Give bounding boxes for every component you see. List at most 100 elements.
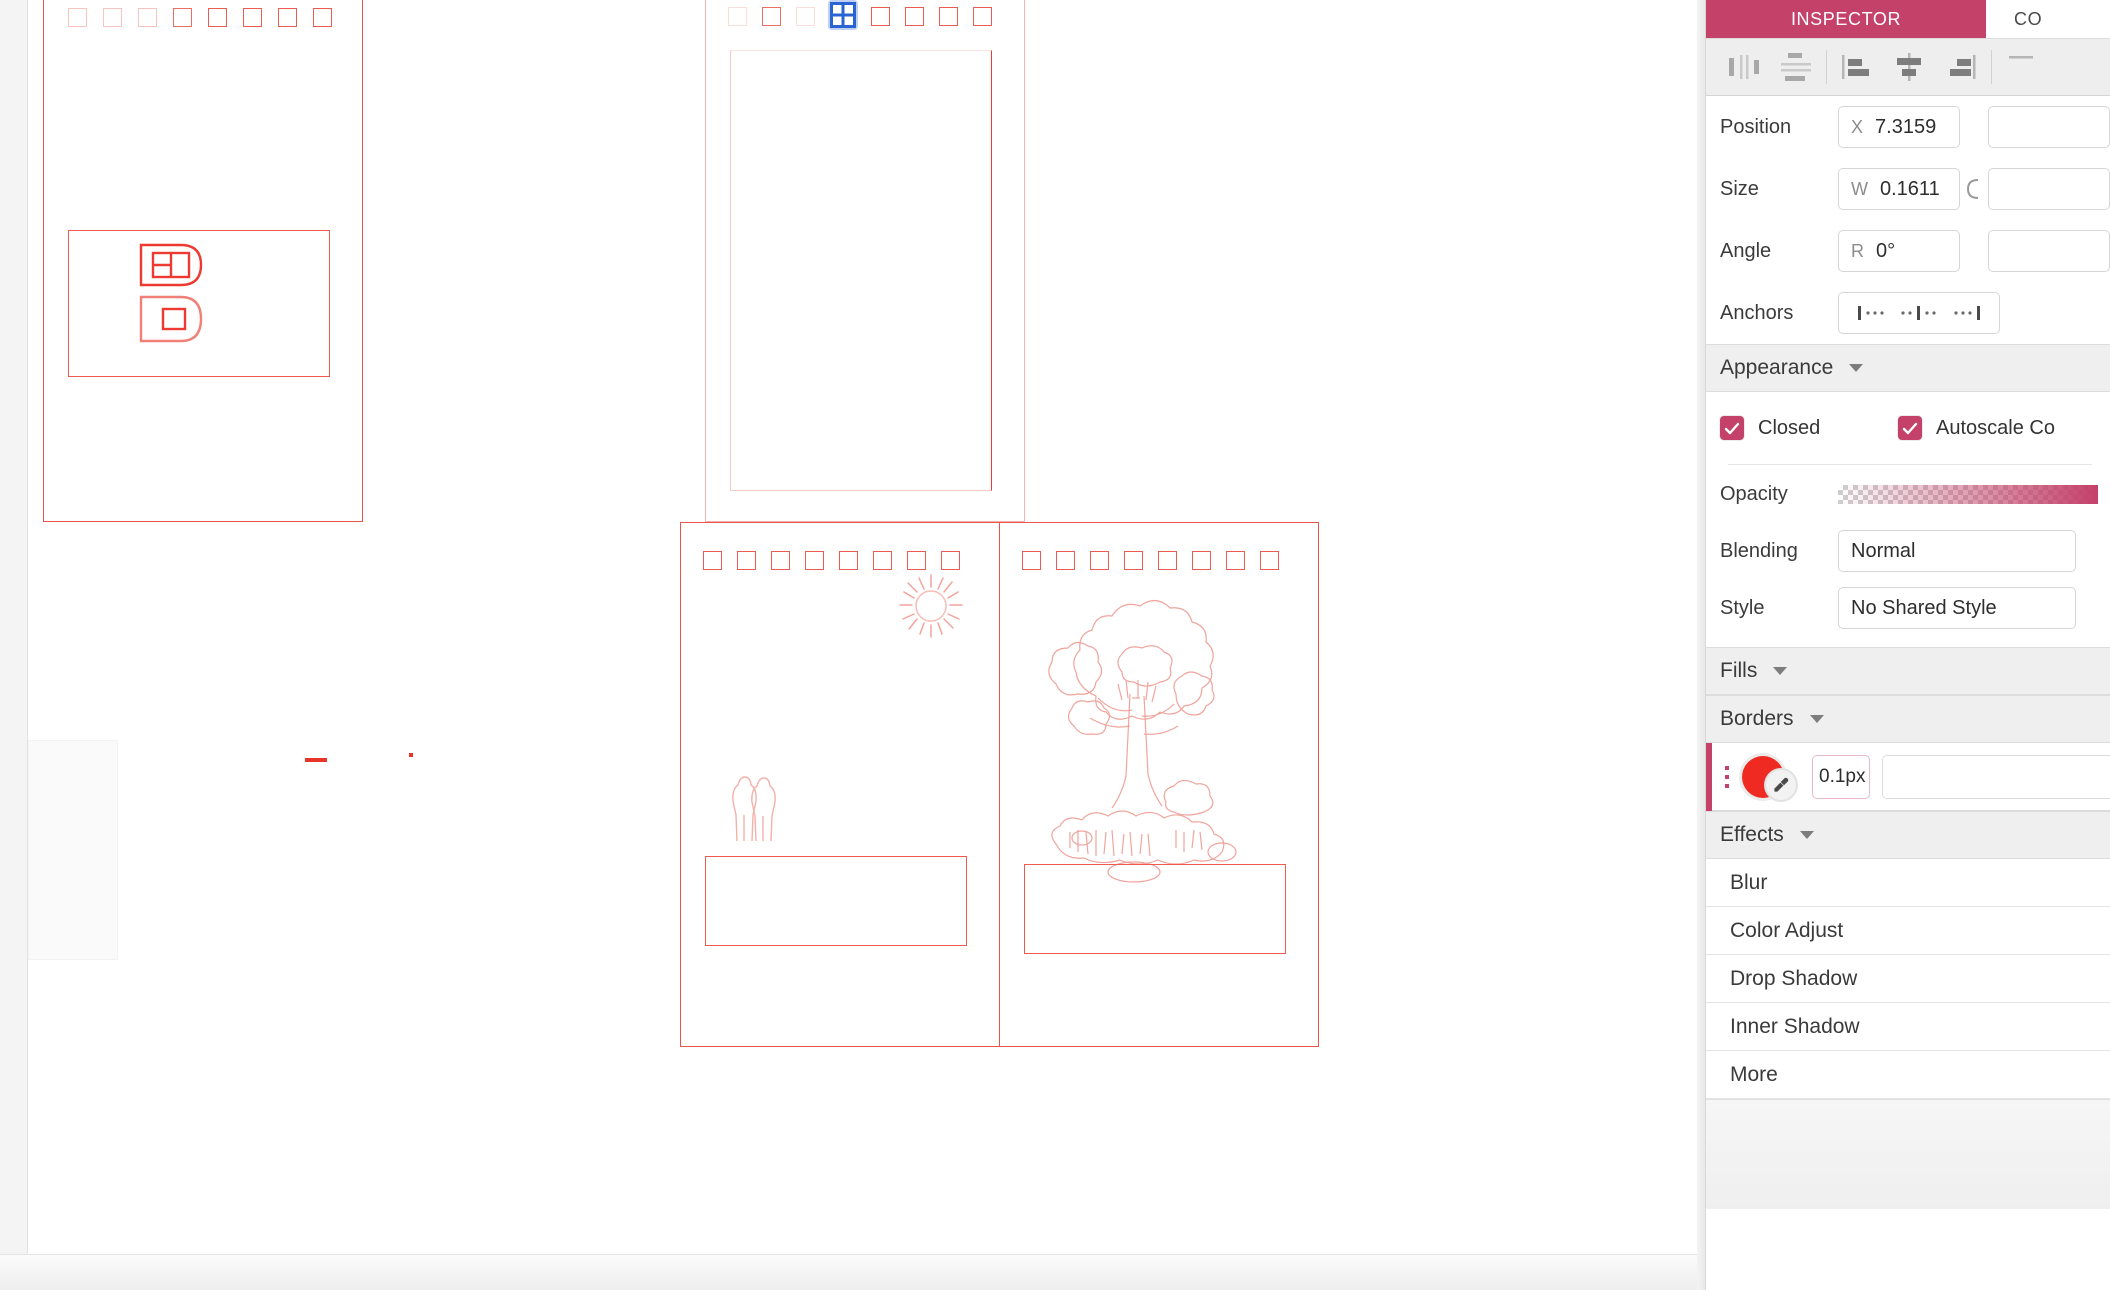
position-x-value: 7.3159 <box>1875 115 1937 138</box>
align-right-button[interactable] <box>1935 38 1987 96</box>
size-height-input[interactable] <box>1988 168 2110 210</box>
eyedropper-button[interactable] <box>1766 769 1796 800</box>
anchors-control[interactable] <box>1838 292 2000 334</box>
square-item[interactable] <box>1056 551 1075 570</box>
appearance-section-header[interactable]: Appearance <box>1706 344 2110 392</box>
square-item[interactable] <box>805 551 824 570</box>
square-item[interactable] <box>1090 551 1109 570</box>
blending-select[interactable]: Normal <box>1838 530 2076 572</box>
position-x-unit: X <box>1851 116 1864 137</box>
square-item[interactable] <box>173 8 192 27</box>
distribute-vertically-button[interactable] <box>1770 38 1822 96</box>
logo-frame-top-left[interactable] <box>68 230 330 377</box>
border-active-indicator <box>1706 742 1712 811</box>
tab-inspector[interactable]: INSPECTOR <box>1706 0 1986 38</box>
border-width-value: 0.1p <box>1819 765 1856 787</box>
angle-input[interactable]: R 0° <box>1838 230 1960 272</box>
caption-frame-bottom-left[interactable] <box>705 856 967 946</box>
artboard-top-left[interactable] <box>43 0 363 522</box>
border-drag-handle[interactable] <box>1718 765 1736 788</box>
effects-section-header[interactable]: Effects <box>1706 811 2110 859</box>
square-item[interactable] <box>973 7 992 26</box>
square-item[interactable] <box>1192 551 1211 570</box>
square-row-top-left <box>68 8 332 27</box>
proportion-lock-button[interactable] <box>1960 176 1988 202</box>
square-item[interactable] <box>737 551 756 570</box>
distribute-horizontally-button[interactable] <box>1718 38 1770 96</box>
blending-label: Blending <box>1720 539 1798 562</box>
square-item[interactable] <box>1158 551 1177 570</box>
border-width-input[interactable]: 0.1p x <box>1812 754 1870 799</box>
style-label: Style <box>1720 596 1765 619</box>
canvas-speck-a <box>305 758 327 762</box>
distribute-group <box>1718 38 1822 96</box>
square-item[interactable] <box>703 551 722 570</box>
closed-checkbox[interactable] <box>1720 416 1744 440</box>
style-select[interactable]: No Shared Style <box>1838 587 2076 629</box>
square-item[interactable] <box>278 8 297 27</box>
square-item[interactable] <box>243 8 262 27</box>
closed-label: Closed <box>1758 416 1821 439</box>
square-item[interactable] <box>907 551 926 570</box>
square-item[interactable] <box>103 8 122 27</box>
position-label: Position <box>1720 115 1792 138</box>
size-width-input[interactable]: W 0.1611 <box>1838 168 1960 210</box>
align-center-horizontal-icon <box>1897 53 1921 81</box>
fills-title: Fills <box>1720 659 1758 682</box>
square-item-selected[interactable] <box>830 2 856 28</box>
closed-checkbox-wrap[interactable]: Closed <box>1720 416 1898 440</box>
square-item[interactable] <box>138 8 157 27</box>
caption-frame-bottom-right[interactable] <box>1024 864 1286 954</box>
angle-secondary-input[interactable] <box>1988 230 2110 272</box>
artboard-top-middle[interactable] <box>705 0 1025 522</box>
align-center-horizontal-button[interactable] <box>1883 38 1935 96</box>
link-proportions-icon <box>1966 179 1979 199</box>
artboard-bottom-left[interactable] <box>680 522 1000 1047</box>
effect-item-blur[interactable]: Blur <box>1706 859 2110 907</box>
opacity-slider[interactable] <box>1838 484 2098 504</box>
square-item[interactable] <box>208 8 227 27</box>
square-item[interactable] <box>68 8 87 27</box>
square-item[interactable] <box>941 551 960 570</box>
toolbar-separator <box>1991 50 1992 84</box>
align-left-button[interactable] <box>1831 38 1883 96</box>
design-canvas[interactable] <box>0 0 1705 1290</box>
artboard-bottom-right[interactable] <box>999 522 1319 1047</box>
square-item[interactable] <box>1022 551 1041 570</box>
square-item[interactable] <box>771 551 790 570</box>
square-item[interactable] <box>762 7 781 26</box>
effect-item-drop-shadow[interactable]: Drop Shadow <box>1706 955 2110 1003</box>
effect-item-color-adjust[interactable]: Color Adjust <box>1706 907 2110 955</box>
square-item[interactable] <box>905 7 924 26</box>
borders-section-header[interactable]: Borders <box>1706 695 2110 743</box>
content-frame-top-middle[interactable] <box>730 50 992 491</box>
align-top-button[interactable] <box>1996 38 2048 96</box>
toolbar-separator <box>1826 50 1827 84</box>
effect-item-more[interactable]: More <box>1706 1051 2110 1099</box>
autoscale-checkbox-wrap[interactable]: Autoscale Co <box>1898 416 2055 440</box>
autoscale-checkbox[interactable] <box>1898 416 1922 440</box>
position-y-input[interactable] <box>1988 106 2110 148</box>
square-item[interactable] <box>728 7 747 26</box>
border-width-suffix: x <box>1855 765 1866 787</box>
blending-row: Blending Normal <box>1706 523 2110 579</box>
anchor-start-icon <box>1858 306 1884 320</box>
position-x-input[interactable]: X 7.3159 <box>1838 106 1960 148</box>
effect-item-inner-shadow[interactable]: Inner Shadow <box>1706 1003 2110 1051</box>
square-item[interactable] <box>313 8 332 27</box>
square-item[interactable] <box>871 7 890 26</box>
square-item[interactable] <box>1226 551 1245 570</box>
border-position-select[interactable] <box>1882 754 2110 799</box>
square-item[interactable] <box>1260 551 1279 570</box>
tab-components[interactable]: CO <box>1986 0 2110 38</box>
square-item[interactable] <box>796 7 815 26</box>
canvas-right-edge <box>1697 0 1705 1290</box>
border-color-control[interactable] <box>1742 754 1798 800</box>
square-item[interactable] <box>1124 551 1143 570</box>
square-item[interactable] <box>839 551 858 570</box>
inspector-panel: INSPECTOR CO Position X 7.3159 Size W 0.… <box>1705 0 2110 1290</box>
square-row-top-middle <box>728 2 992 28</box>
fills-section-header[interactable]: Fills <box>1706 647 2110 695</box>
square-item[interactable] <box>873 551 892 570</box>
square-item[interactable] <box>939 7 958 26</box>
